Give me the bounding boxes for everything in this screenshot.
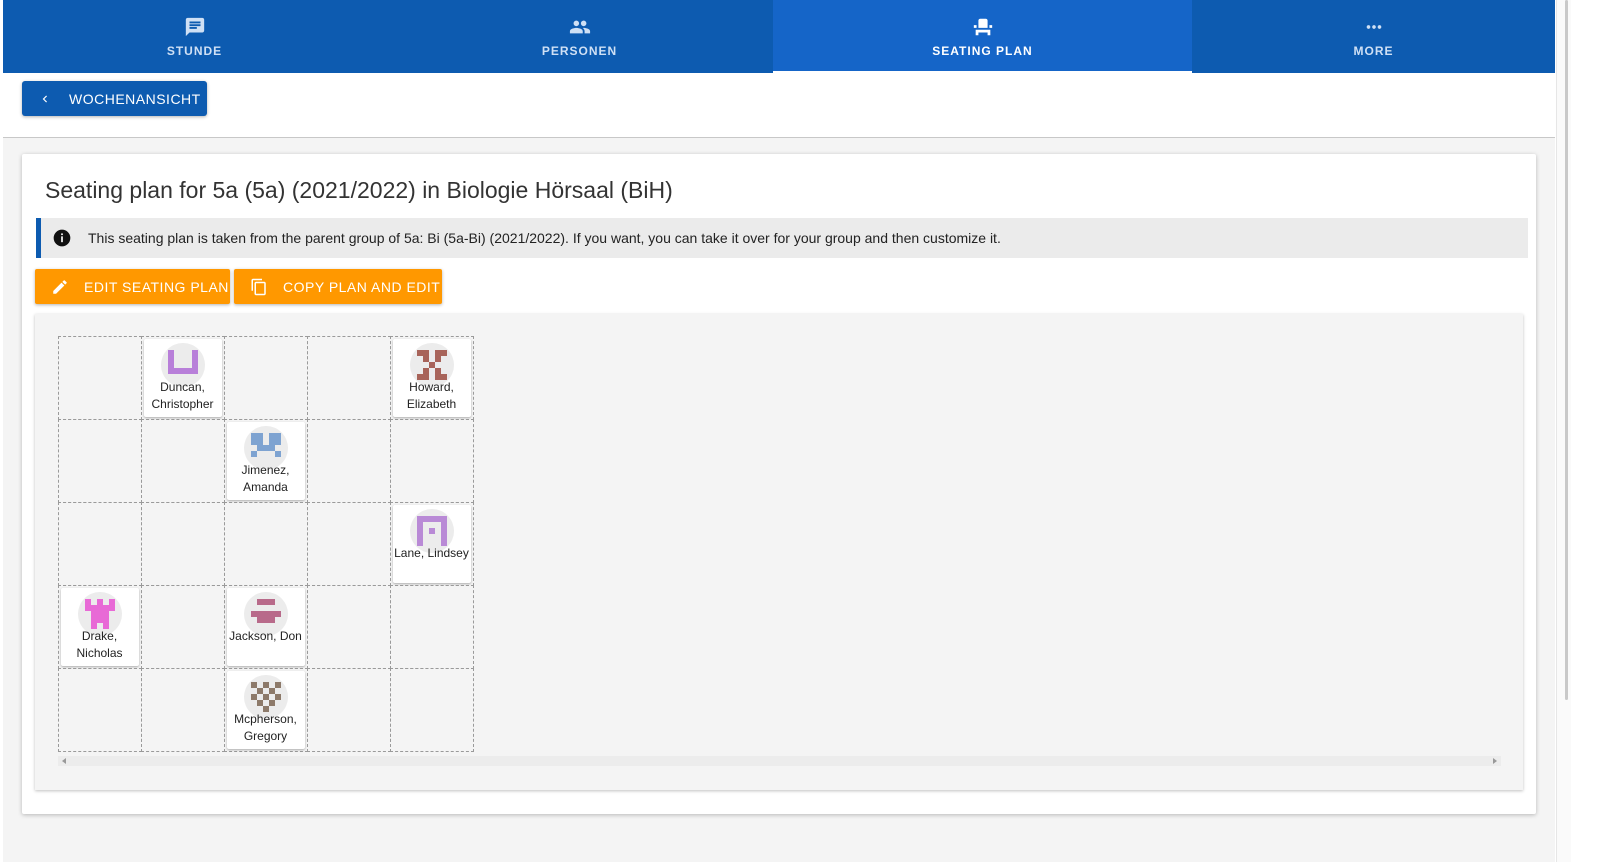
seat-cell xyxy=(306,584,391,669)
page-title: Seating plan for 5a (5a) (2021/2022) in … xyxy=(45,177,673,203)
copy-icon xyxy=(250,278,268,296)
copy-button-label: COPY PLAN AND EDIT xyxy=(283,278,441,295)
seat-cell: Mcpherson, Gregory xyxy=(223,667,308,752)
student-seat[interactable]: Lane, Lindsey xyxy=(392,504,471,583)
seat-cell xyxy=(140,418,225,503)
student-name: Lane, Lindsey xyxy=(394,545,469,560)
seat-cell xyxy=(140,501,225,586)
info-text: This seating plan is taken from the pare… xyxy=(88,230,1001,246)
tab-label: MORE xyxy=(1353,43,1394,58)
seat-cell xyxy=(57,667,142,752)
seat-cell xyxy=(223,501,308,586)
tab-label: STUNDE xyxy=(166,43,223,58)
top-tab-bar: STUNDE PERSONEN SEATING PLAN MORE xyxy=(3,0,1555,73)
copy-plan-button[interactable]: COPY PLAN AND EDIT xyxy=(234,269,442,304)
student-name: Drake, Nicholas xyxy=(76,628,123,660)
seat-cell xyxy=(140,667,225,752)
seat-cell xyxy=(389,418,474,503)
seat-cell xyxy=(57,335,142,420)
seat-cell xyxy=(306,501,391,586)
seat-cell: Lane, Lindsey xyxy=(389,501,474,586)
tab-label: SEATING PLAN xyxy=(932,43,1033,58)
student-seat[interactable]: Drake, Nicholas xyxy=(60,587,139,666)
seat-cell xyxy=(140,584,225,669)
seat-cell xyxy=(389,584,474,669)
student-name: Jimenez, Amanda xyxy=(241,462,290,494)
student-name: Duncan, Christopher xyxy=(151,379,214,411)
seat-cell xyxy=(57,418,142,503)
seat-cell xyxy=(57,501,142,586)
back-button-label: WOCHENANSICHT xyxy=(69,90,201,107)
seat-cell: Howard, Elizabeth xyxy=(389,335,474,420)
seat-cell: Drake, Nicholas xyxy=(57,584,142,669)
tab-more[interactable]: MORE xyxy=(1192,0,1555,73)
seat-cell xyxy=(306,667,391,752)
people-icon xyxy=(568,16,592,38)
seat-cell: Jackson, Don xyxy=(223,584,308,669)
chat-icon xyxy=(184,16,206,38)
chevron-left-icon xyxy=(38,92,54,106)
student-seat[interactable]: Jackson, Don xyxy=(226,587,305,666)
student-name: Howard, Elizabeth xyxy=(406,379,457,411)
scroll-left-icon[interactable] xyxy=(62,758,66,764)
seating-plan-card: Seating plan for 5a (5a) (2021/2022) in … xyxy=(22,154,1536,814)
seat-cell: Jimenez, Amanda xyxy=(223,418,308,503)
seat-cell xyxy=(223,335,308,420)
seat-cell xyxy=(306,418,391,503)
toolbar: WOCHENANSICHT xyxy=(3,73,1555,138)
back-to-week-button[interactable]: WOCHENANSICHT xyxy=(22,81,207,116)
scroll-right-icon[interactable] xyxy=(1493,758,1497,764)
tab-seating-plan[interactable]: SEATING PLAN xyxy=(773,0,1192,73)
seat-cell xyxy=(389,667,474,752)
more-icon xyxy=(1363,16,1385,38)
page-scrollbar[interactable] xyxy=(1556,0,1571,862)
tab-label: PERSONEN xyxy=(541,43,618,58)
tab-personen[interactable]: PERSONEN xyxy=(386,0,773,73)
student-name: Mcpherson, Gregory xyxy=(234,711,297,743)
pencil-icon xyxy=(51,278,69,296)
edit-seating-plan-button[interactable]: EDIT SEATING PLAN xyxy=(35,269,230,304)
student-seat[interactable]: Howard, Elizabeth xyxy=(392,338,471,417)
seating-grid-area: Duncan, Christopher Howard, Elizabeth Jimene… xyxy=(35,314,1523,790)
seat-cell: Duncan, Christopher xyxy=(140,335,225,420)
tab-stunde[interactable]: STUNDE xyxy=(3,0,386,73)
horizontal-scrollbar[interactable] xyxy=(58,756,1501,766)
student-name: Jackson, Don xyxy=(229,628,302,643)
seat-cell xyxy=(306,335,391,420)
info-alert: This seating plan is taken from the pare… xyxy=(36,218,1528,258)
info-icon xyxy=(52,228,72,248)
student-seat[interactable]: Duncan, Christopher xyxy=(143,338,222,417)
student-seat[interactable]: Mcpherson, Gregory xyxy=(226,670,305,749)
seating-grid: Duncan, Christopher Howard, Elizabeth Jimene… xyxy=(57,335,474,752)
student-seat[interactable]: Jimenez, Amanda xyxy=(226,421,305,500)
seat-icon xyxy=(972,16,994,38)
edit-button-label: EDIT SEATING PLAN xyxy=(84,278,229,295)
